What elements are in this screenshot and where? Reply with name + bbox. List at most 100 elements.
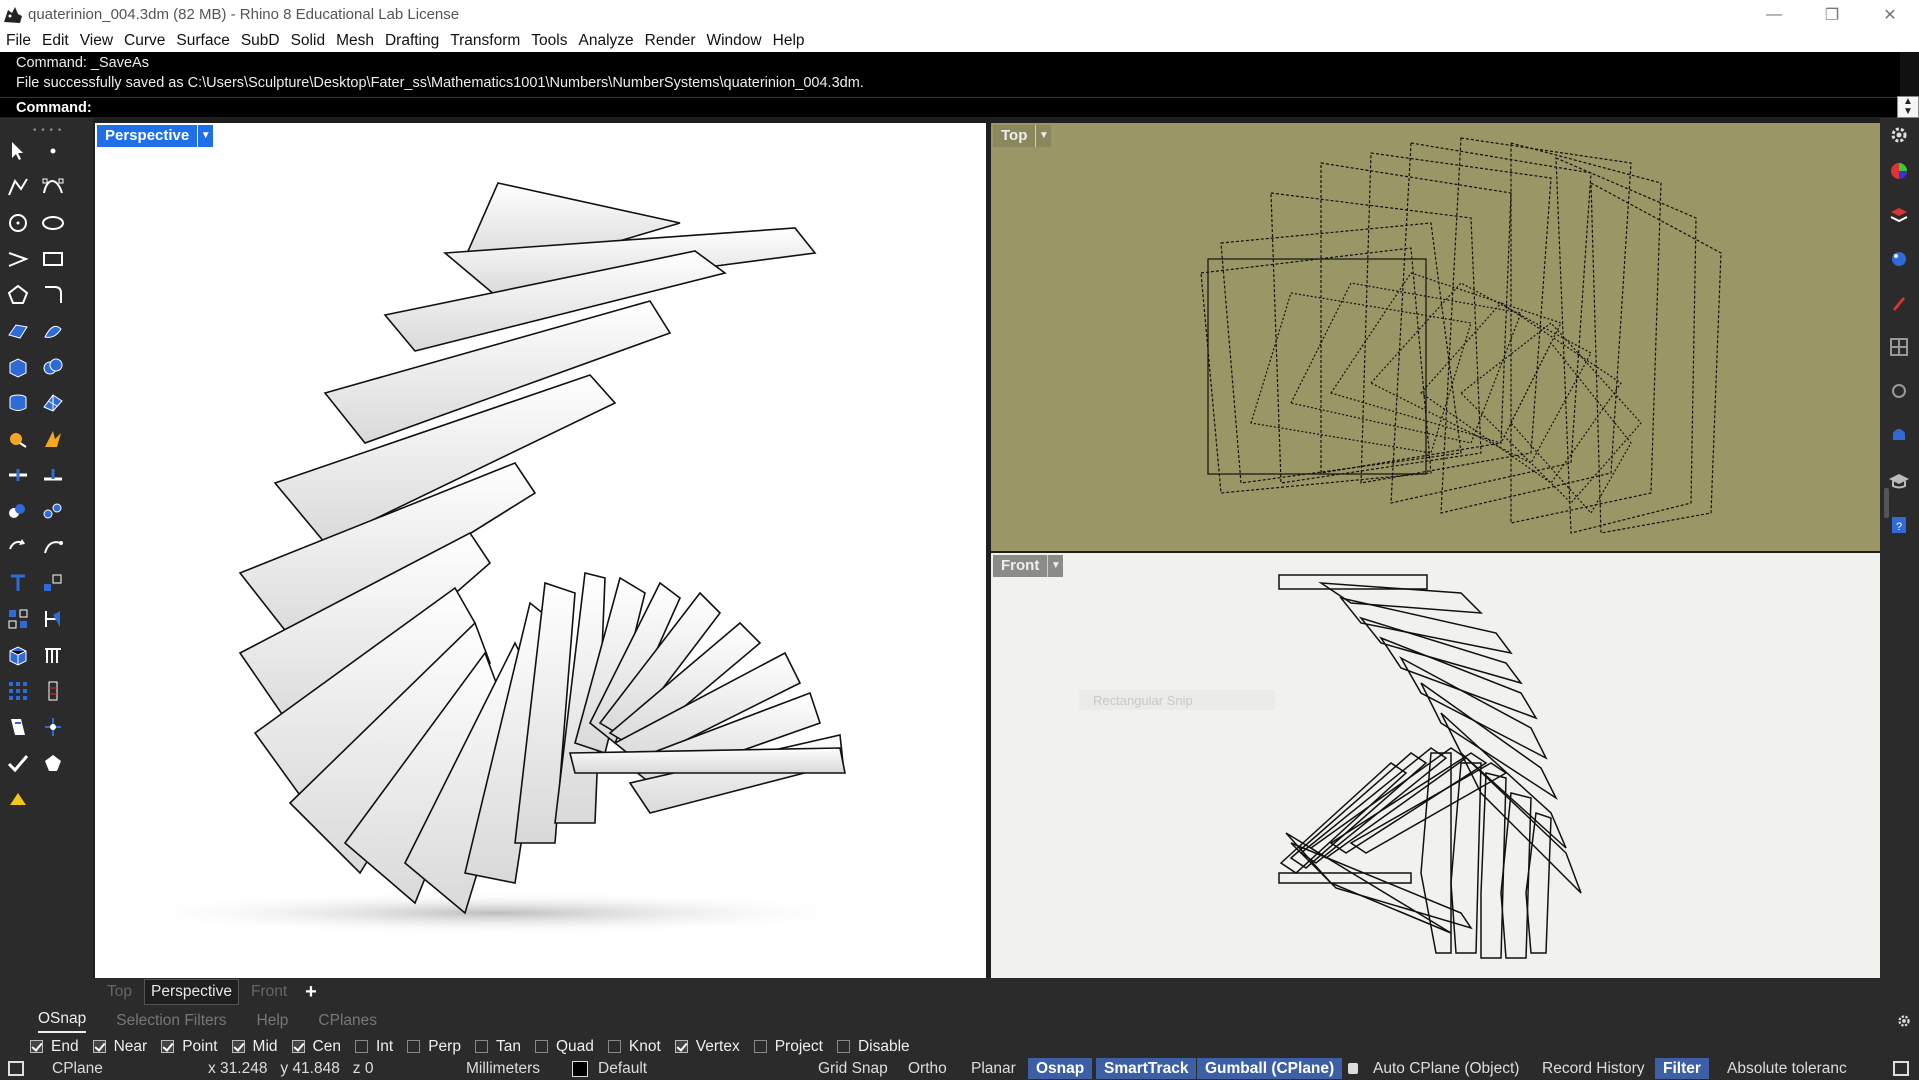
polygon-icon[interactable] xyxy=(5,282,31,308)
osnap-int[interactable]: Int xyxy=(354,1038,393,1056)
checkbox[interactable] xyxy=(474,1040,488,1053)
checkbox[interactable] xyxy=(30,1040,43,1053)
osnap-vertex[interactable]: Vertex xyxy=(674,1038,740,1056)
menu-transform[interactable]: Transform xyxy=(450,32,520,50)
explode-icon[interactable] xyxy=(40,426,66,452)
checkbox[interactable] xyxy=(161,1040,175,1053)
menu-view[interactable]: View xyxy=(80,32,113,50)
menu-window[interactable]: Window xyxy=(706,32,761,50)
layer-color-swatch[interactable] xyxy=(572,1061,588,1077)
scale-icon[interactable] xyxy=(40,570,66,596)
add-tab-button[interactable]: + xyxy=(299,978,323,1007)
tab-perspective[interactable]: Perspective xyxy=(144,979,239,1005)
rotate-icon[interactable] xyxy=(5,534,31,560)
box-icon[interactable] xyxy=(5,354,31,380)
checkbox[interactable] xyxy=(92,1040,106,1053)
osnap-project[interactable]: Project xyxy=(753,1038,823,1056)
smarttrack-toggle[interactable]: SmartTrack xyxy=(1096,1058,1197,1079)
perspective-label-text[interactable]: Perspective xyxy=(97,125,198,147)
group-icon[interactable] xyxy=(5,498,31,524)
command-prompt[interactable]: Command: xyxy=(0,97,1900,117)
osnap-perp[interactable]: Perp xyxy=(407,1038,461,1056)
circle-icon[interactable] xyxy=(5,210,31,236)
cylinder-icon[interactable] xyxy=(5,390,31,416)
gear-icon[interactable] xyxy=(1886,122,1912,148)
ungroup-icon[interactable] xyxy=(40,498,66,524)
tab-top[interactable]: Top xyxy=(101,980,138,1004)
checkbox[interactable] xyxy=(607,1040,621,1053)
front-viewport-label[interactable]: Front ▼ xyxy=(993,555,1064,577)
menu-mesh[interactable]: Mesh xyxy=(336,32,374,50)
dimension-icon[interactable] xyxy=(40,606,66,632)
osnap-point[interactable]: Point xyxy=(161,1038,218,1056)
menu-file[interactable]: File xyxy=(6,32,31,50)
surface-icon[interactable] xyxy=(5,318,31,344)
layer-label[interactable]: Default xyxy=(598,1057,647,1080)
array-icon[interactable] xyxy=(5,606,31,632)
ortho-toggle[interactable]: Ortho xyxy=(908,1057,947,1080)
layers-icon[interactable] xyxy=(1886,202,1912,228)
gumball-toggle[interactable]: Gumball (CPlane) xyxy=(1197,1058,1343,1079)
tab-help[interactable]: Help xyxy=(257,1012,289,1030)
chevron-down-icon[interactable]: ▼ xyxy=(197,125,214,147)
filter-toggle[interactable]: Filter xyxy=(1655,1058,1709,1079)
checkbox[interactable] xyxy=(291,1040,305,1053)
lock-icon[interactable] xyxy=(5,786,31,812)
chevron-down-icon[interactable]: ▼ xyxy=(1035,125,1052,147)
osnap-disable[interactable]: Disable xyxy=(836,1038,910,1056)
command-history[interactable]: Command: _SaveAs File successfully saved… xyxy=(0,52,1900,97)
curve-cv-icon[interactable] xyxy=(40,174,66,200)
point-icon[interactable] xyxy=(40,138,66,164)
rectangle-icon[interactable] xyxy=(40,246,66,272)
paintbrush-icon[interactable] xyxy=(1886,290,1912,316)
block-icon[interactable] xyxy=(5,642,31,668)
checkbox[interactable] xyxy=(753,1040,767,1053)
menu-curve[interactable]: Curve xyxy=(124,32,165,50)
checkbox[interactable] xyxy=(231,1040,245,1053)
perspective-viewport[interactable]: Perspective ▼ xyxy=(95,123,986,978)
panel-settings-gear-icon[interactable] xyxy=(1895,1012,1913,1030)
select-arrow-icon[interactable] xyxy=(5,138,31,164)
color-wheel-icon[interactable] xyxy=(1886,158,1912,184)
top-label-text[interactable]: Top xyxy=(993,125,1036,147)
checkbox[interactable] xyxy=(836,1040,850,1053)
units-label[interactable]: Millimeters xyxy=(466,1057,540,1080)
window-toggle-icon[interactable] xyxy=(1893,1061,1909,1076)
record-history-toggle[interactable]: Record History xyxy=(1542,1057,1645,1080)
material-icon[interactable] xyxy=(40,750,66,776)
orient-icon[interactable] xyxy=(40,534,66,560)
toolbar-grip[interactable]: • • • • xyxy=(33,125,62,136)
auto-cplane-toggle[interactable]: Auto CPlane (Object) xyxy=(1373,1057,1519,1080)
menu-drafting[interactable]: Drafting xyxy=(385,32,439,50)
osnap-end[interactable]: End xyxy=(30,1038,79,1056)
history-icon[interactable] xyxy=(40,678,66,704)
mesh-icon[interactable] xyxy=(40,390,66,416)
fillet-icon[interactable] xyxy=(40,282,66,308)
osnap-quad[interactable]: Quad xyxy=(534,1038,594,1056)
tab-osnap[interactable]: OSnap xyxy=(38,1010,87,1033)
menu-analyze[interactable]: Analyze xyxy=(578,32,633,50)
osnap-mid[interactable]: Mid xyxy=(231,1038,278,1056)
help-book-icon[interactable]: ? xyxy=(1886,512,1912,538)
menu-edit[interactable]: Edit xyxy=(42,32,69,50)
perspective-viewport-label[interactable]: Perspective ▼ xyxy=(97,125,214,147)
top-viewport[interactable]: Top ▼ xyxy=(991,123,1880,551)
menu-render[interactable]: Render xyxy=(645,32,696,50)
tab-cplanes[interactable]: CPlanes xyxy=(318,1012,377,1030)
osnap-knot[interactable]: Knot xyxy=(607,1038,661,1056)
arc-icon[interactable] xyxy=(5,246,31,272)
graduation-cap-icon[interactable] xyxy=(1886,468,1912,494)
menu-tools[interactable]: Tools xyxy=(531,32,567,50)
polyline-icon[interactable] xyxy=(5,174,31,200)
render-icon[interactable] xyxy=(5,426,31,452)
check-icon[interactable] xyxy=(5,750,31,776)
osnap-near[interactable]: Near xyxy=(92,1038,147,1056)
grid-snap-toggle[interactable]: Grid Snap xyxy=(818,1057,888,1080)
checkbox[interactable] xyxy=(354,1040,368,1053)
menu-help[interactable]: Help xyxy=(773,32,805,50)
cplane-label[interactable]: CPlane xyxy=(52,1057,103,1080)
bell-icon[interactable] xyxy=(1886,422,1912,448)
front-label-text[interactable]: Front xyxy=(993,555,1048,577)
chevron-down-icon[interactable]: ▼ xyxy=(1047,555,1064,577)
trim-icon[interactable] xyxy=(40,462,66,488)
